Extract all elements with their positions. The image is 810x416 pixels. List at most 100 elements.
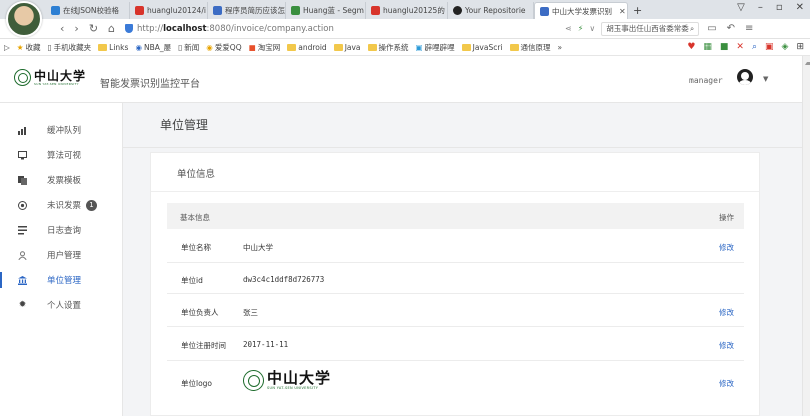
sidebar-item-buffer-queue[interactable]: 缓冲队列 [0,122,123,138]
tab-label: Huang蓝 - Segm [303,6,364,15]
forward-icon[interactable]: › [74,22,78,35]
page-icon: ▯ [178,42,183,52]
bookmark-item[interactable]: ■ 淘宝网 [249,42,281,53]
bookmark-label: 辟哩辟哩 [424,42,455,52]
notification-badge: 1 [86,199,97,211]
user-icon [18,250,27,260]
search-icon[interactable]: ⌕ [752,42,757,52]
table-row-unit-id: 单位id dw3c4c1ddf8d726773 [167,263,744,294]
row-key: 单位id [181,276,203,285]
sidebar-toggle-icon[interactable]: ▷ [4,43,10,52]
browser-tab[interactable]: Your Repositorie [448,2,534,19]
share-icon[interactable]: ⋖ [565,24,572,33]
tab-favicon-icon [135,6,144,15]
search-input[interactable]: 胡玉事出任山西省委常委 ⌕ [601,21,700,36]
maximize-icon[interactable]: ▫ [776,2,783,13]
folder-icon [333,43,343,51]
bookmark-item[interactable]: ▯ 新闻 [178,42,199,53]
bookmark-label: android [298,42,327,52]
shirt-icon[interactable]: ▽ [737,2,745,13]
extension-icon[interactable]: ◈ [782,42,789,52]
browser-tab[interactable]: 程序员简历应该怎 [208,2,286,19]
edit-registration-time-link[interactable]: 修改 [719,340,734,351]
sidebar-item-user-management[interactable]: 用户管理 [0,247,123,263]
username[interactable]: manager [689,76,723,85]
qq-icon: ◉ [206,42,213,52]
tab-label: 中山大学发票识别 [552,6,612,16]
undo-icon[interactable]: ↶ [727,23,735,34]
browser-tab-active[interactable]: 中山大学发票识别 ✕ [534,2,628,19]
unit-info-panel: 单位信息 基本信息 操作 单位名称 中山大学 修改 单位id dw3c4c1dd… [150,152,760,416]
bookmark-folder[interactable]: Links [98,43,128,52]
reader-icon[interactable]: ▭ [707,23,716,34]
grid-icon[interactable]: ⊞ [796,42,804,52]
bookmark-item[interactable]: ▯ 手机收藏夹 [48,42,92,53]
tab-label: 在线JSON校验格 [63,6,119,15]
close-window-icon[interactable]: ✕ [796,2,804,13]
sidebar-item-unrecognized-invoices[interactable]: 未识发票 1 [0,197,123,213]
university-logo[interactable]: 中山大学 SUN YAT-SEN UNIVERSITY [14,69,86,86]
sidebar-item-label: 个人设置 [47,301,82,311]
browser-profile-avatar[interactable] [6,1,42,37]
bookmark-folder[interactable]: 操作系统 [367,42,409,53]
table-header: 基本信息 操作 [167,203,744,229]
extension-icon[interactable]: ✕ [736,42,744,52]
nba-icon: ◉ [135,42,142,52]
browser-tab[interactable]: huanglu20125的 [366,2,448,19]
bookmark-item[interactable]: ▣ 辟哩辟哩 [416,42,455,53]
extension-icon[interactable]: ♥ [687,42,695,52]
bookmark-folder[interactable]: Java [333,42,361,52]
table-row-unit-logo: 单位logo 中山大学 SUN YAT-SEN UNIVERSITY 修改 [167,361,744,405]
home-icon[interactable]: ⌂ [108,22,115,35]
url-host: localhost [163,23,207,34]
row-value: dw3c4c1ddf8d726773 [243,275,325,284]
sidebar-item-invoice-template[interactable]: 发票模板 [0,172,123,188]
reload-icon[interactable]: ↻ [89,22,98,35]
folder-icon [461,43,471,51]
back-icon[interactable]: ‹ [60,22,64,35]
bookmark-item[interactable]: ◉ NBA_屡 [135,42,171,53]
edit-unit-logo-link[interactable]: 修改 [719,378,734,389]
extension-icon[interactable]: ▣ [765,42,774,52]
bookmark-folder[interactable]: JavaScri [461,43,503,52]
monitor-icon [18,150,27,160]
dropdown-icon[interactable]: ∨ [589,24,595,33]
edit-unit-name-link[interactable]: 修改 [719,242,734,253]
browser-tab[interactable]: 在线JSON校验格 [46,2,130,19]
tab-close-icon[interactable]: ✕ [619,7,626,16]
browser-tabs: 在线JSON校验格 huanglu20124/i 程序员简历应该怎 Huang蓝… [46,2,646,19]
taobao-icon: ■ [248,42,256,52]
menu-icon[interactable]: ≡ [745,23,753,34]
extension-icon[interactable]: ■ [720,42,729,52]
browser-tab[interactable]: huanglu20124/i [130,2,208,19]
minimize-icon[interactable]: – [758,2,763,13]
bookmark-label: Java [344,42,361,52]
page-scrollbar[interactable] [802,56,810,416]
bookmark-item[interactable]: ◉ 爱爱QQ [206,42,241,53]
user-avatar[interactable] [737,69,753,85]
main-content: 单位管理 单位信息 基本信息 操作 单位名称 中山大学 修改 单位id dw3c… [123,103,802,416]
search-icon[interactable]: ⌕ [690,24,694,34]
caret-down-icon[interactable]: ▼ [763,75,768,83]
bookmark-folder[interactable]: android [287,42,327,52]
bookmark-item[interactable]: ★ 收藏 [17,42,41,53]
browser-tools: ▭ ↶ ≡ [707,23,753,34]
extension-icon[interactable]: ▦ [703,42,712,52]
bookmarks-bar: ▷ ★ 收藏 ▯ 手机收藏夹 Links ◉ NBA_屡 ▯ 新闻 ◉ 爱爱QQ ■ 淘宝网… [0,39,810,56]
copy-icon [18,175,27,185]
new-tab-button[interactable]: + [628,2,646,19]
url-field[interactable]: http://localhost:8080/invoice/company.ac… [125,24,565,34]
folder-icon [98,43,108,51]
bookmarks-overflow[interactable]: » [558,43,563,52]
sidebar-item-log-query[interactable]: 日志查询 [0,222,123,238]
sidebar-item-label: 缓冲队列 [47,126,82,136]
edit-unit-manager-link[interactable]: 修改 [719,307,734,318]
browser-tab-bar: 在线JSON校验格 huanglu20124/i 程序员简历应该怎 Huang蓝… [0,0,810,37]
sidebar-item-algorithm-visual[interactable]: 算法可视 [0,147,123,163]
sidebar-item-unit-management[interactable]: 单位管理 [0,272,123,288]
sidebar-item-personal-settings[interactable]: ✹ 个人设置 [0,297,123,313]
bookmark-folder[interactable]: 通信原理 [509,42,551,53]
list-icon [18,225,27,235]
browser-tab[interactable]: Huang蓝 - Segm [286,2,366,19]
lightning-icon[interactable]: ⚡ [578,24,584,33]
